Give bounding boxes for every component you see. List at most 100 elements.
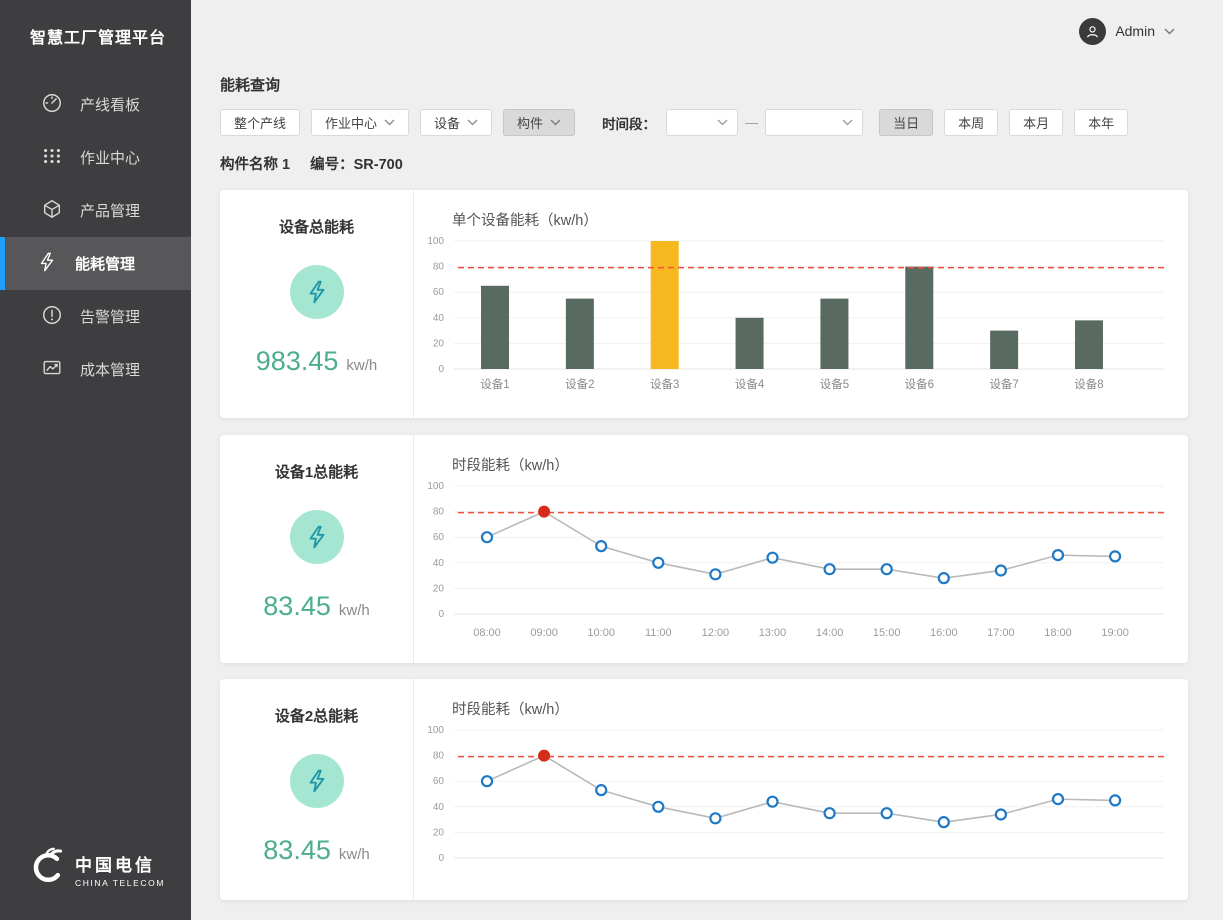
svg-text:60: 60 xyxy=(433,532,445,543)
svg-text:08:00: 08:00 xyxy=(473,627,501,639)
sidebar-item-alarm-management[interactable]: 告警管理 xyxy=(0,290,191,343)
device2-energy-card: 设备2总能耗 83.45 kw/h 时段能耗（kw/h） 02040608010… xyxy=(220,679,1188,900)
sidebar-item-label: 成本管理 xyxy=(80,359,140,380)
sidebar-item-label: 能耗管理 xyxy=(75,253,135,274)
svg-text:100: 100 xyxy=(427,236,444,247)
summary-panel: 设备1总能耗 83.45 kw/h xyxy=(220,435,414,663)
svg-text:60: 60 xyxy=(433,776,445,787)
svg-text:80: 80 xyxy=(433,507,445,518)
svg-text:0: 0 xyxy=(438,609,444,620)
svg-text:20: 20 xyxy=(433,338,445,349)
svg-text:0: 0 xyxy=(438,853,444,864)
energy-unit: kw/h xyxy=(346,357,377,374)
svg-text:设备3: 设备3 xyxy=(650,377,679,391)
svg-text:19:00: 19:00 xyxy=(1101,627,1129,639)
device1-energy-card: 设备1总能耗 83.45 kw/h 时段能耗（kw/h） 0 20 40 60 80 10… xyxy=(220,435,1188,663)
svg-text:设备2: 设备2 xyxy=(565,377,594,391)
filter-work-center-dropdown[interactable]: 作业中心 xyxy=(311,109,409,136)
bolt-icon xyxy=(36,251,58,277)
time-range-end-select[interactable] xyxy=(765,109,863,136)
time-range-start-select[interactable] xyxy=(666,109,738,136)
summary-panel: 设备总能耗 983.45 kw/h xyxy=(220,190,414,418)
sidebar-item-cost-management[interactable]: 成本管理 xyxy=(0,343,191,396)
gauge-icon xyxy=(41,92,63,118)
energy-value: 83.45 xyxy=(263,835,331,866)
svg-text:20: 20 xyxy=(433,827,445,838)
component-subheader: 构件名称 1 编号：SR-700 xyxy=(220,153,1223,174)
sidebar-item-label: 产品管理 xyxy=(80,200,140,221)
hourly-energy-line-chart: 020406080100 xyxy=(426,725,1171,900)
chart-area: 单个设备能耗（kw/h） 0 20 40 60 80 100 设备1 设备2 设备3 设备4 设备5… xyxy=(414,190,1188,418)
svg-text:15:00: 15:00 xyxy=(873,627,901,639)
svg-text:0: 0 xyxy=(438,364,444,375)
component-code: 编号：SR-700 xyxy=(310,153,403,174)
energy-unit: kw/h xyxy=(339,602,370,619)
svg-text:80: 80 xyxy=(433,262,445,273)
svg-text:设备5: 设备5 xyxy=(820,377,849,391)
svg-text:11:00: 11:00 xyxy=(645,627,672,639)
sidebar-item-label: 产线看板 xyxy=(80,94,140,115)
energy-value: 983.45 xyxy=(256,346,339,377)
grid-dots-icon xyxy=(41,145,63,171)
user-name[interactable]: Admin xyxy=(1115,23,1155,39)
svg-text:100: 100 xyxy=(427,725,444,736)
svg-text:10:00: 10:00 xyxy=(587,627,615,639)
filter-device-dropdown[interactable]: 设备 xyxy=(420,109,492,136)
total-energy-card: 设备总能耗 983.45 kw/h 单个设备能耗（kw/h） 0 20 40 60 80… xyxy=(220,190,1188,418)
sidebar-item-label: 告警管理 xyxy=(80,306,140,327)
summary-panel: 设备2总能耗 83.45 kw/h xyxy=(220,679,414,900)
svg-text:09:00: 09:00 xyxy=(530,627,558,639)
app-title: 智慧工厂管理平台 xyxy=(0,0,191,48)
svg-text:14:00: 14:00 xyxy=(816,627,844,639)
sidebar-item-production-board[interactable]: 产线看板 xyxy=(0,78,191,131)
svg-text:20: 20 xyxy=(433,583,445,594)
svg-text:40: 40 xyxy=(433,558,445,569)
svg-text:40: 40 xyxy=(433,802,445,813)
chart-title: 时段能耗（kw/h） xyxy=(452,454,1188,475)
chart-area: 时段能耗（kw/h） 0 20 40 60 80 100 08:00 09:00 10:00 11… xyxy=(414,435,1188,663)
period-month-button[interactable]: 本月 xyxy=(1009,109,1063,136)
user-avatar[interactable] xyxy=(1079,18,1106,45)
chart-title: 单个设备能耗（kw/h） xyxy=(452,209,1188,230)
svg-text:设备6: 设备6 xyxy=(905,377,934,391)
svg-text:16:00: 16:00 xyxy=(930,627,958,639)
sidebar-item-energy-management[interactable]: 能耗管理 xyxy=(0,237,191,290)
sidebar-menu: 产线看板 作业中心 产品管理 xyxy=(0,78,191,396)
device-energy-bar-chart: 020406080100设备1设备2设备3设备4设备5设备6设备7设备8 xyxy=(426,236,1171,412)
filter-whole-line-button[interactable]: 整个产线 xyxy=(220,109,300,136)
energy-unit: kw/h xyxy=(339,846,370,863)
period-today-button[interactable]: 当日 xyxy=(879,109,933,136)
svg-text:40: 40 xyxy=(433,313,445,324)
svg-text:60: 60 xyxy=(433,287,445,298)
page-title: 能耗查询 xyxy=(220,74,1223,95)
period-week-button[interactable]: 本周 xyxy=(944,109,998,136)
chevron-down-icon xyxy=(467,119,478,126)
logo-text-cn: 中国电信 xyxy=(75,851,165,876)
sidebar-item-work-center[interactable]: 作业中心 xyxy=(0,131,191,184)
svg-text:18:00: 18:00 xyxy=(1044,627,1072,639)
energy-bolt-icon xyxy=(290,265,344,319)
chart-area: 时段能耗（kw/h） 020406080100 xyxy=(414,679,1188,900)
sidebar-item-product-management[interactable]: 产品管理 xyxy=(0,184,191,237)
chevron-down-icon xyxy=(717,119,728,126)
filter-component-dropdown[interactable]: 构件 xyxy=(503,109,575,136)
cube-icon xyxy=(41,198,63,224)
main-content: Admin 能耗查询 整个产线 作业中心 设备 构件 时间段： — 当日 本周 xyxy=(191,0,1223,920)
summary-title: 设备2总能耗 xyxy=(275,705,358,726)
chevron-down-icon[interactable] xyxy=(1164,28,1175,35)
range-separator: — xyxy=(745,115,758,130)
svg-text:设备7: 设备7 xyxy=(989,377,1018,391)
cost-chart-icon xyxy=(41,357,63,383)
period-year-button[interactable]: 本年 xyxy=(1074,109,1128,136)
svg-text:100: 100 xyxy=(427,481,444,492)
period-button-group: 当日 本周 本月 本年 xyxy=(879,109,1139,136)
svg-text:设备1: 设备1 xyxy=(480,377,509,391)
chart-title: 时段能耗（kw/h） xyxy=(452,698,1188,719)
chevron-down-icon xyxy=(550,119,561,126)
svg-text:设备4: 设备4 xyxy=(735,377,765,391)
topbar: Admin xyxy=(191,0,1223,62)
svg-text:13:00: 13:00 xyxy=(759,627,787,639)
chevron-down-icon xyxy=(842,119,853,126)
svg-text:17:00: 17:00 xyxy=(987,627,1015,639)
china-telecom-logo-icon xyxy=(26,847,66,892)
